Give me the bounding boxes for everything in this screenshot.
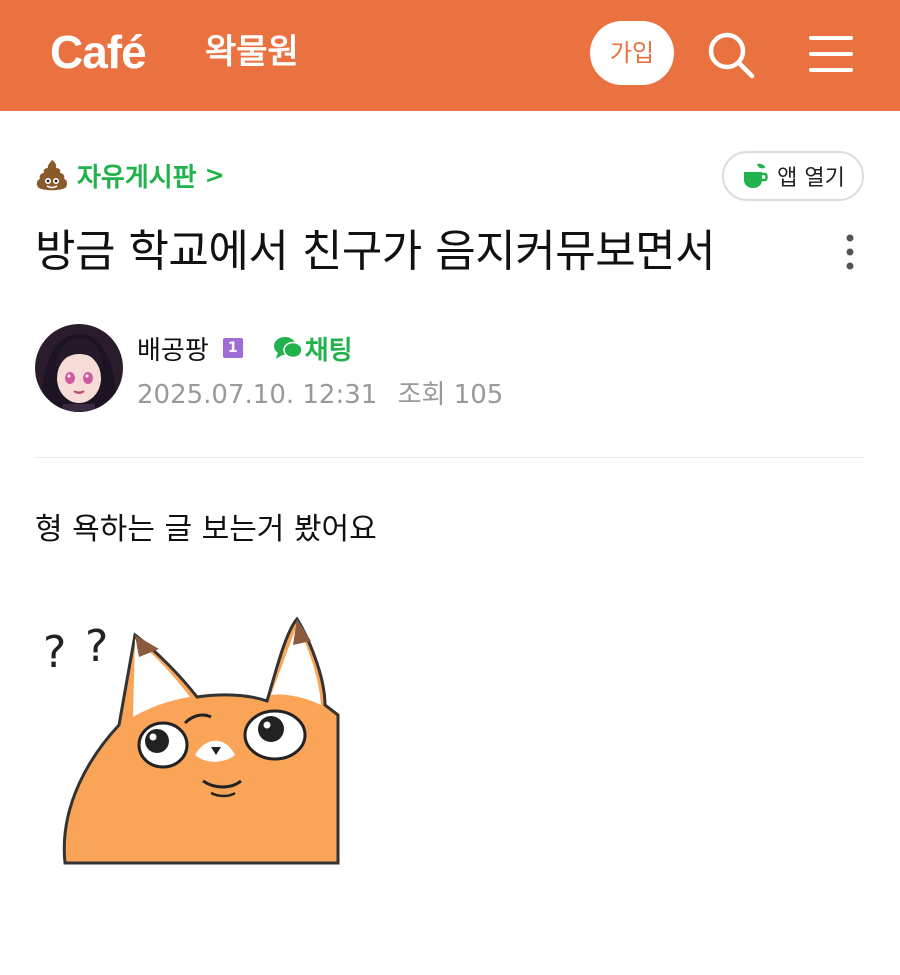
chat-button[interactable]: 채팅: [273, 330, 353, 367]
more-options-icon[interactable]: [838, 230, 862, 274]
author-name[interactable]: 배공팡: [137, 330, 209, 367]
chevron-right-icon: >: [204, 161, 225, 189]
chat-bubble-icon: [273, 337, 303, 359]
search-icon[interactable]: [706, 30, 756, 80]
divider: [35, 457, 865, 458]
svg-text:?: ?: [43, 627, 66, 678]
top-bar: Café 왁물원 가입: [0, 0, 900, 111]
poop-emoji-icon: [36, 160, 68, 191]
svg-text:?: ?: [85, 621, 108, 672]
author-row: 배공팡 1 채팅: [137, 330, 353, 366]
cafe-name[interactable]: 왁물원: [205, 32, 299, 72]
confused-cat-sticker: ? ?: [43, 616, 340, 865]
chat-label: 채팅: [304, 335, 353, 366]
avatar-image: [35, 324, 123, 412]
post-meta: 2025.07.10. 12:31 조회 105: [137, 374, 515, 411]
menu-icon[interactable]: [808, 33, 854, 75]
open-app-label: 앱 열기: [777, 166, 845, 191]
board-name: 자유게시판: [77, 162, 197, 193]
join-button[interactable]: 가입: [590, 21, 674, 85]
post-body: 형 욕하는 글 보는거 봤어요: [35, 512, 377, 547]
cafe-logo[interactable]: Café: [50, 26, 147, 78]
post-title: 방금 학교에서 친구가 음지커뮤보면서: [35, 226, 716, 277]
cup-icon: [744, 163, 768, 188]
board-link[interactable]: 자유게시판 >: [35, 155, 225, 195]
author-avatar[interactable]: [35, 324, 123, 412]
view-count: 조회 105: [397, 380, 504, 410]
post-date: 2025.07.10. 12:31: [137, 380, 378, 410]
open-app-button[interactable]: 앱 열기: [722, 151, 864, 201]
level-badge: 1: [222, 338, 243, 358]
